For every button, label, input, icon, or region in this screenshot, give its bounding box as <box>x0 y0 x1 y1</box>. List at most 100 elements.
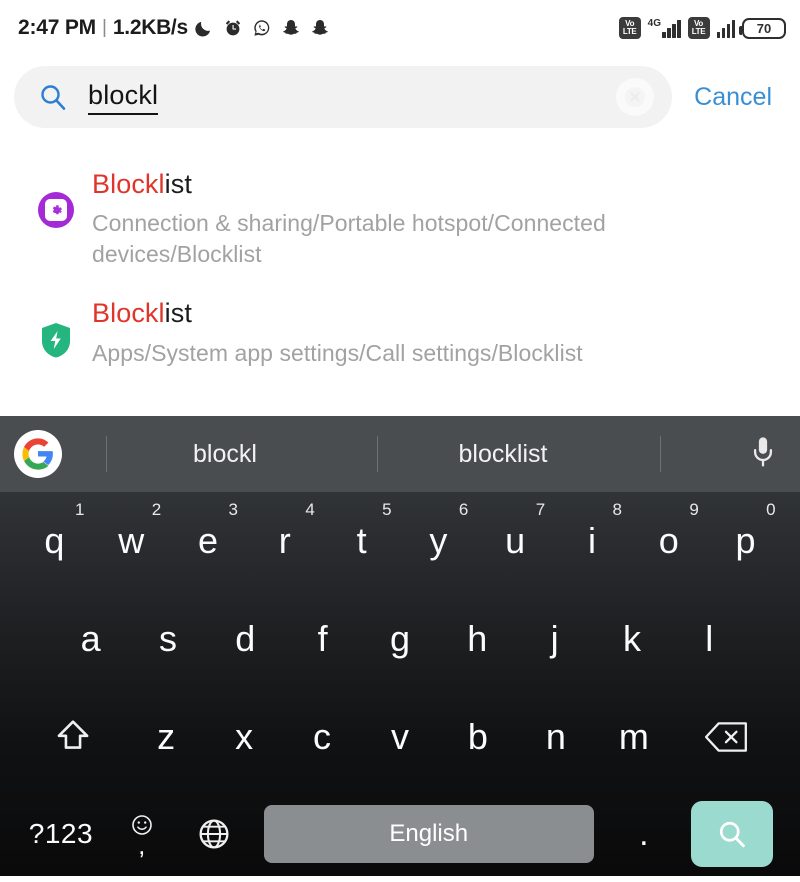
key-i[interactable]: 8i <box>554 492 631 590</box>
microphone-icon[interactable] <box>748 435 778 474</box>
cancel-button[interactable]: Cancel <box>672 83 786 112</box>
key-g[interactable]: g <box>361 590 438 688</box>
status-bar-right: Vo LTE 4G Vo LTE 70 <box>618 17 786 39</box>
period-key-label: . <box>639 815 649 853</box>
key-y[interactable]: 6y <box>400 492 477 590</box>
result-text-block-2: Blocklist Apps/System app settings/Call … <box>92 293 780 368</box>
key-l[interactable]: l <box>671 590 748 688</box>
battery-percent: 70 <box>756 20 772 36</box>
shield-bolt-icon <box>42 323 70 358</box>
signal-bars-icon <box>662 18 681 38</box>
key-q[interactable]: 1q <box>16 492 93 590</box>
result-icon-wrapper-2 <box>20 293 92 359</box>
key-label-r: r <box>278 520 291 561</box>
google-g-logo[interactable] <box>14 430 62 478</box>
key-label-o: o <box>658 520 679 561</box>
suggestion-divider-3 <box>660 436 661 472</box>
key-b[interactable]: b <box>439 688 517 786</box>
symbols-key[interactable]: ?123 <box>16 786 106 882</box>
key-label-n: n <box>545 716 566 757</box>
key-hint-0: 0 <box>766 500 776 519</box>
suggestion-divider-1 <box>106 436 107 472</box>
search-enter-icon[interactable] <box>690 801 773 867</box>
settings-gear-icon <box>38 192 74 228</box>
suggestion-item-2[interactable]: blocklist <box>408 440 598 469</box>
signal-bars-icon-2 <box>716 18 735 38</box>
key-k[interactable]: k <box>593 590 670 688</box>
status-bar: 2:47 PM | 1.2KB/s Vo LTE 4G Vo LTE 70 <box>0 0 800 56</box>
key-z[interactable]: z <box>127 688 205 786</box>
network-type-label: 4G <box>647 18 661 29</box>
status-separator: | <box>101 17 107 38</box>
backspace-icon[interactable] <box>673 688 782 786</box>
key-hint-1: 1 <box>74 500 85 519</box>
key-j[interactable]: j <box>516 590 593 688</box>
key-m[interactable]: m <box>595 688 673 786</box>
keyboard-row-3: z x c v b n m <box>0 688 800 786</box>
key-t[interactable]: 5t <box>323 492 400 590</box>
whatsapp-icon <box>254 20 270 36</box>
result-row-blocklist-hotspot[interactable]: Blocklist Connection & sharing/Portable … <box>0 154 800 283</box>
key-hint-3: 3 <box>228 500 238 519</box>
key-s[interactable]: s <box>129 590 206 688</box>
key-label-z: z <box>157 716 176 757</box>
key-h[interactable]: h <box>439 590 516 688</box>
key-o[interactable]: 9o <box>630 492 707 590</box>
language-globe-icon[interactable] <box>178 786 250 882</box>
key-label-t: t <box>356 520 367 561</box>
key-hint-6: 6 <box>458 500 469 519</box>
emoji-comma-key[interactable]: , <box>106 786 178 882</box>
result-icon-wrapper <box>20 164 92 228</box>
key-label-w: w <box>118 520 145 561</box>
key-label-h: h <box>467 618 488 659</box>
key-x[interactable]: x <box>205 688 283 786</box>
key-label-j: j <box>550 618 559 659</box>
key-w[interactable]: 2w <box>93 492 170 590</box>
key-f[interactable]: f <box>284 590 361 688</box>
key-v[interactable]: v <box>361 688 439 786</box>
status-notification-icons <box>194 18 330 38</box>
key-label-a: a <box>80 618 101 659</box>
period-key[interactable]: . <box>608 786 680 882</box>
key-label-q: q <box>44 520 65 561</box>
network-speed: 1.2KB/s <box>112 16 188 39</box>
clear-search-icon[interactable] <box>616 78 655 116</box>
keyboard-row-1: 1q 2w 3e 4r 5t 6y 7u 8i 9o 0p <box>0 492 800 590</box>
key-n[interactable]: n <box>517 688 595 786</box>
key-label-e: e <box>197 520 218 561</box>
key-d[interactable]: d <box>207 590 284 688</box>
key-e[interactable]: 3e <box>170 492 247 590</box>
space-key[interactable]: English <box>263 805 594 863</box>
snapchat-icon <box>312 20 328 35</box>
key-hint-2: 2 <box>151 500 162 519</box>
key-hint-9: 9 <box>689 500 699 519</box>
key-p[interactable]: 0p <box>707 492 784 590</box>
key-label-k: k <box>622 618 641 659</box>
volte-badge-sim1: Vo LTE <box>618 17 641 39</box>
keyboard-row-4: ?123 , English . <box>0 786 800 882</box>
keyboard-row-2: a s d f g h j k l <box>0 590 800 688</box>
key-hint-5: 5 <box>382 500 392 519</box>
key-label-g: g <box>389 618 410 659</box>
key-label-p: p <box>735 520 756 561</box>
phone-screen: 2:47 PM | 1.2KB/s Vo LTE 4G Vo LTE 70 bl… <box>0 0 800 876</box>
gear-icon-inner <box>45 199 67 221</box>
result-row-blocklist-call[interactable]: Blocklist Apps/System app settings/Call … <box>0 283 800 382</box>
shift-icon[interactable] <box>18 688 127 786</box>
volte-lte-text-2: LTE <box>691 27 706 36</box>
key-c[interactable]: c <box>283 688 361 786</box>
key-r[interactable]: 4r <box>246 492 323 590</box>
search-query-text: blockl <box>88 79 159 115</box>
search-input[interactable]: blockl <box>14 66 673 128</box>
key-label-u: u <box>505 520 526 561</box>
search-icon <box>41 85 66 110</box>
key-u[interactable]: 7u <box>477 492 554 590</box>
key-label-l: l <box>705 618 714 659</box>
key-hint-7: 7 <box>535 500 546 519</box>
key-label-s: s <box>158 618 177 659</box>
result-title-highlight-2: Blockl <box>92 298 165 329</box>
result-title-highlight: Blockl <box>92 169 165 199</box>
status-bar-left: 2:47 PM | 1.2KB/s <box>18 16 619 40</box>
key-a[interactable]: a <box>52 590 129 688</box>
suggestion-item-1[interactable]: blockl <box>135 440 315 469</box>
